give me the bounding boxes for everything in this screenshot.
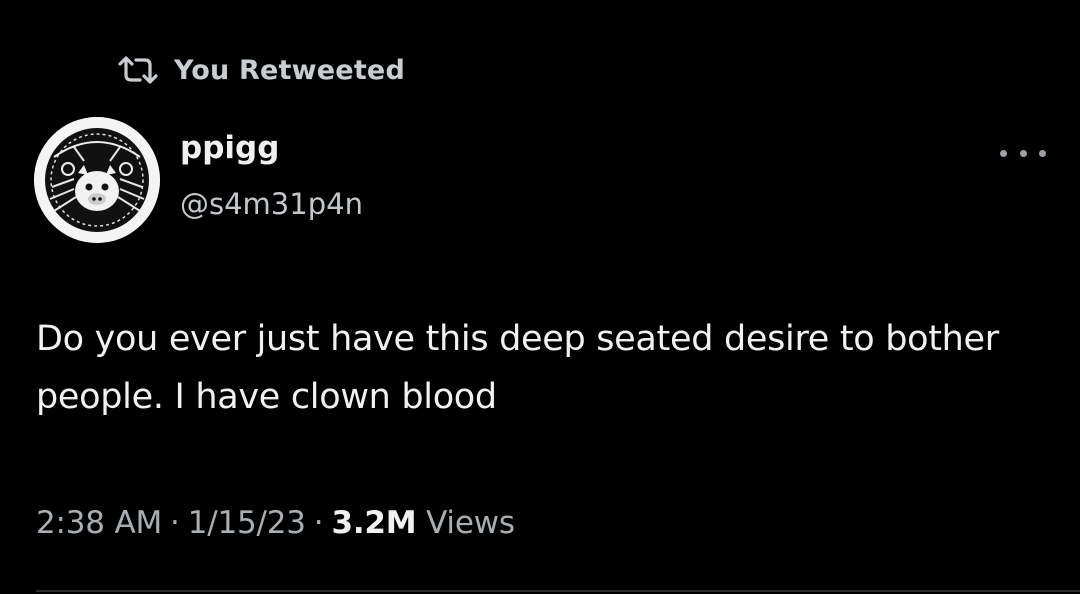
divider	[36, 590, 1080, 592]
tweet-meta: 2:38 AM · 1/15/23 · 3.2M Views	[36, 505, 515, 541]
meta-separator: ·	[313, 505, 324, 541]
retweet-icon	[116, 55, 160, 85]
tweet-card[interactable]: You Retweeted ppigg @s4m31p4n Do you eve…	[0, 0, 1080, 594]
tweet-text: Do you ever just have this deep seated d…	[36, 319, 999, 417]
more-dots-icon	[1000, 149, 1007, 157]
display-name[interactable]: ppigg	[180, 130, 279, 166]
more-dots-icon	[1039, 149, 1046, 157]
meta-separator: ·	[170, 505, 180, 541]
avatar[interactable]	[34, 117, 160, 243]
retweet-banner: You Retweeted	[116, 50, 405, 90]
tweet-time[interactable]: 2:38 AM	[36, 505, 162, 541]
user-handle[interactable]: @s4m31p4n	[180, 187, 363, 221]
avatar-image	[34, 117, 160, 243]
tweet-date[interactable]: 1/15/23	[188, 505, 306, 541]
retweet-label: You Retweeted	[174, 54, 405, 86]
views-count[interactable]: 3.2M	[331, 505, 416, 541]
more-dots-icon	[1019, 149, 1027, 157]
more-options-button[interactable]	[1000, 140, 1046, 166]
views-label: Views	[426, 505, 515, 541]
